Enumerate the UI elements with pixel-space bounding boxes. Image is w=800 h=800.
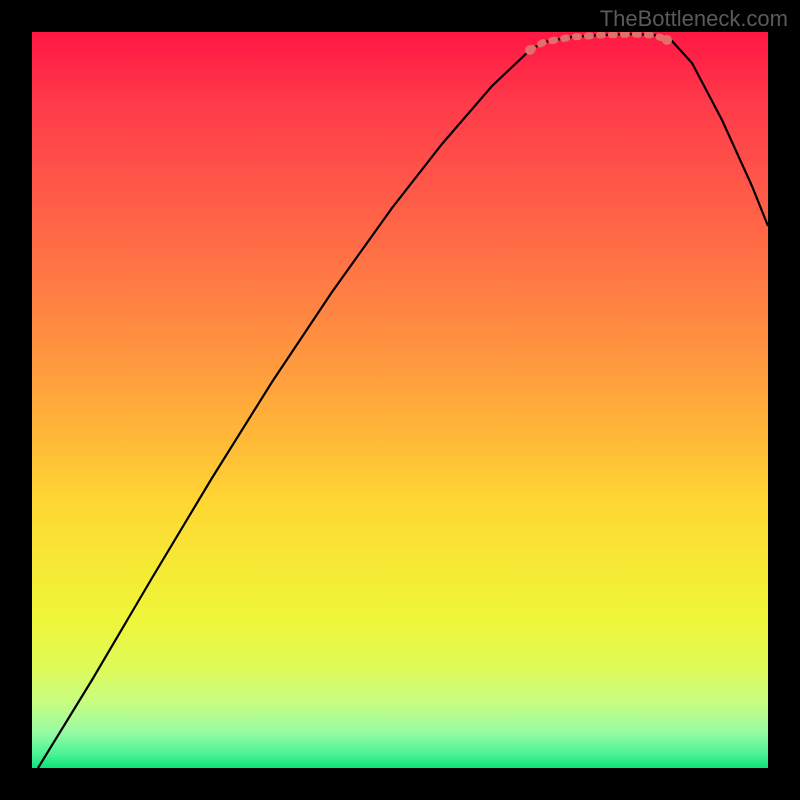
chart-svg <box>32 32 768 768</box>
plot-area <box>32 32 768 768</box>
watermark-text: TheBottleneck.com <box>600 6 788 32</box>
highlight-markers <box>525 34 672 55</box>
bottleneck-curve <box>38 34 768 768</box>
highlight-path <box>530 34 667 50</box>
highlight-end-dot <box>662 35 672 45</box>
highlight-end-dot <box>525 45 535 55</box>
